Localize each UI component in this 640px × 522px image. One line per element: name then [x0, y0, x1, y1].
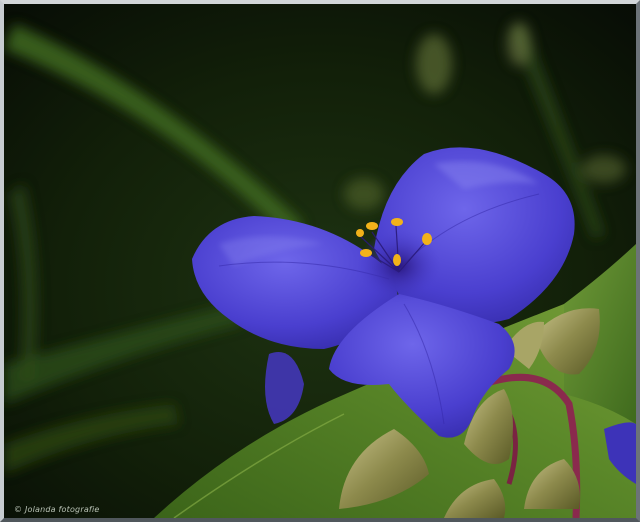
watermark-text: © Jolanda fotografie — [14, 505, 100, 514]
photograph — [4, 4, 636, 518]
photo-frame: © Jolanda fotografie — [0, 0, 640, 522]
